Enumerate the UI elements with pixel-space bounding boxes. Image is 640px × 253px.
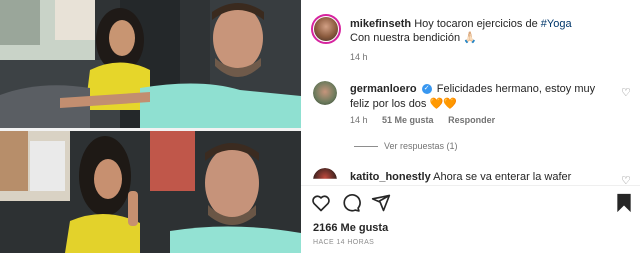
photo-frame-top	[0, 0, 301, 128]
caption-emoji: 🙏🏻	[463, 32, 477, 44]
reply-button[interactable]: Responder	[448, 115, 495, 125]
caption-text: Hoy tocaron ejercicios de	[414, 18, 541, 30]
comment-text: Ahora se va enterar la wafer	[433, 171, 572, 183]
post-timestamp: HACE 14 HORAS	[313, 239, 375, 246]
hashtag-link[interactable]: #Yoga	[541, 18, 572, 30]
comment-icon[interactable]	[341, 193, 361, 213]
verified-badge-icon: ✓	[421, 84, 432, 95]
comment-username[interactable]: germanloero	[350, 83, 417, 95]
comment-emoji: 🧡🧡	[429, 98, 457, 110]
comment-timestamp: 14 h	[350, 115, 368, 125]
commenter-avatar[interactable]	[313, 81, 337, 105]
heart-icon[interactable]	[311, 193, 331, 213]
view-replies-button[interactable]: Ver respuestas (1)	[354, 141, 458, 151]
comment-like-heart-icon[interactable]: ♡	[621, 86, 631, 99]
actions-divider	[301, 185, 640, 186]
author-avatar[interactable]	[311, 14, 341, 44]
post-photo[interactable]	[0, 0, 301, 253]
replies-divider	[354, 146, 378, 148]
view-replies-label: Ver respuestas (1)	[384, 141, 458, 151]
comment-meta: 14 h 51 Me gusta Responder	[350, 115, 507, 125]
share-icon[interactable]	[371, 193, 391, 213]
author-username[interactable]: mikefinseth	[350, 18, 411, 30]
comment-likes[interactable]: 51 Me gusta	[382, 115, 434, 125]
caption-line2: Con nuestra bendición	[350, 32, 464, 44]
comment-username[interactable]: katito_honestly	[350, 171, 431, 183]
post-caption: mikefinseth Hoy tocaron ejercicios de #Y…	[350, 17, 620, 45]
comment-item: katito_honestly Ahora se va enterar la w…	[350, 170, 615, 184]
bookmark-icon[interactable]	[615, 193, 633, 213]
comment-item: germanloero ✓ Felicidades hermano, estoy…	[350, 82, 615, 112]
caption-timestamp: 14 h	[350, 52, 368, 62]
likes-count[interactable]: 2166 Me gusta	[313, 222, 388, 234]
photo-frame-bottom	[0, 131, 301, 253]
